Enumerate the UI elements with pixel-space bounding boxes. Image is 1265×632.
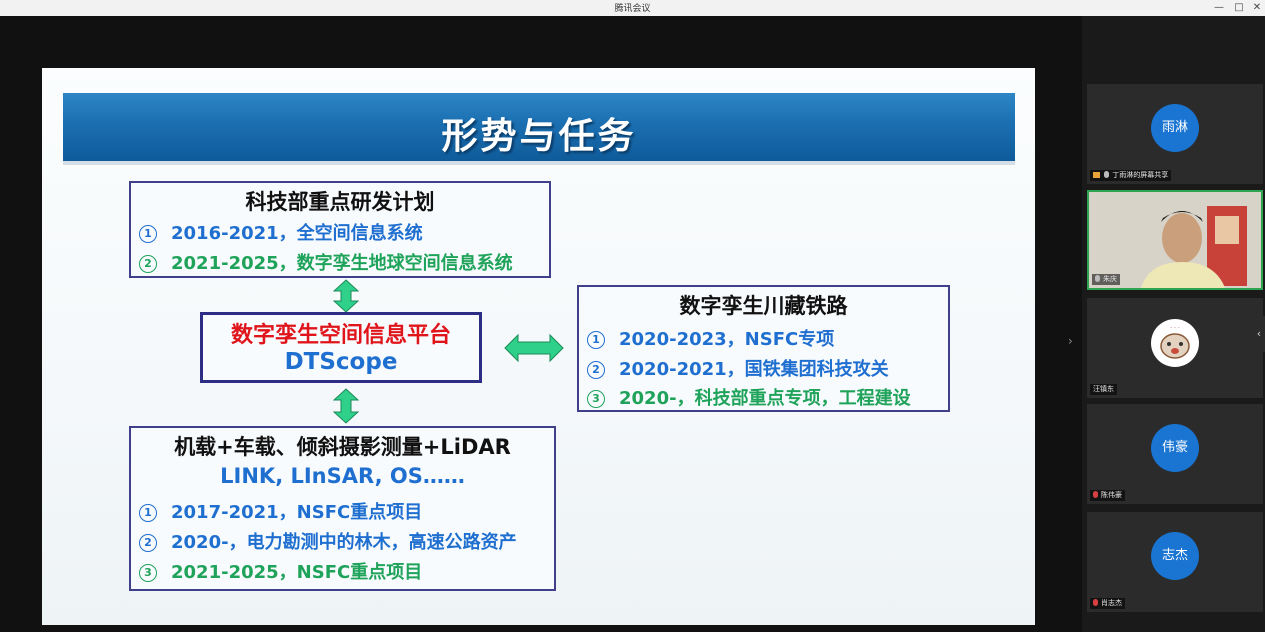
list-item: 1 2016-2021，全空间信息系统	[139, 219, 423, 245]
dtscope-name: DTScope	[284, 349, 398, 375]
number-badge: 1	[139, 225, 157, 243]
shared-screen-area: 形势与任务 科技部重点研发计划 1 2016-2021，全空间信息系统 2 2021…	[0, 16, 1082, 632]
participant-name: 肖志杰	[1101, 599, 1122, 607]
list-item: 3 2020-，科技部重点专项，工程建设	[587, 384, 911, 410]
number-badge: 1	[139, 504, 157, 522]
microphone-icon	[1095, 275, 1100, 282]
participant-nameplate: 朱庆	[1092, 274, 1120, 285]
box-lidar-subheading: LINK, LInSAR, OS……	[220, 464, 465, 488]
list-item: 2 2021-2025，数字孪生地球空间信息系统	[139, 249, 513, 275]
number-badge: 2	[139, 255, 157, 273]
participants-panel: › 雨淋 丁雨淋的屏幕共享 朱庆 · · · 汪镇东 ‹ 伟豪 陈伟豪 志杰 肖…	[1068, 16, 1265, 632]
participant-tile[interactable]: 伟豪 陈伟豪	[1087, 404, 1263, 504]
microphone-icon	[1104, 171, 1110, 178]
number-badge: 3	[139, 564, 157, 582]
screen-share-icon	[1093, 172, 1100, 178]
list-item: 1 2017-2021，NSFC重点项目	[139, 498, 422, 524]
collapse-panel-icon[interactable]: ›	[1068, 334, 1073, 348]
double-arrow-vertical-icon	[333, 279, 359, 313]
list-item-text: 2020-2021，国铁集团科技攻关	[619, 359, 889, 380]
participant-name: 丁雨淋的屏幕共享	[1112, 171, 1169, 179]
list-item-text: 2017-2021，NSFC重点项目	[171, 502, 423, 523]
minimize-button[interactable]: —	[1208, 0, 1230, 16]
participant-name: 汪镇东	[1093, 385, 1114, 393]
svg-text:· · ·: · · ·	[1170, 325, 1180, 332]
box-railway: 数字孪生川藏铁路 1 2020-2023，NSFC专项 2 2020-2021，国铁…	[577, 285, 950, 412]
window-titlebar: 腾讯会议 — □ ✕	[0, 0, 1265, 16]
box-lidar-heading: 机载+车载、倾斜摄影测量+LiDAR	[174, 435, 511, 459]
list-item-text: 2016-2021，全空间信息系统	[171, 223, 423, 244]
box-railway-heading: 数字孪生川藏铁路	[679, 294, 848, 318]
participant-tile[interactable]: · · · 汪镇东	[1087, 298, 1263, 398]
window-title: 腾讯会议	[614, 4, 651, 14]
dtscope-title: 数字孪生空间信息平台	[230, 323, 451, 348]
double-arrow-horizontal-icon	[504, 333, 564, 363]
box-rd-plan-heading: 科技部重点研发计划	[245, 190, 435, 214]
slide-title: 形势与任务	[441, 116, 637, 157]
participant-nameplate: 陈伟豪	[1090, 490, 1125, 501]
box-rd-plan: 科技部重点研发计划 1 2016-2021，全空间信息系统 2 2021-2025，…	[129, 181, 551, 278]
participant-tile[interactable]: 志杰 肖志杰	[1087, 512, 1263, 612]
participant-nameplate: 肖志杰	[1090, 598, 1125, 609]
list-item: 2 2020-，电力勘测中的林木，高速公路资产	[139, 528, 517, 554]
list-item: 1 2020-2023，NSFC专项	[587, 325, 834, 351]
avatar: · · ·	[1151, 319, 1199, 367]
participant-name: 陈伟豪	[1101, 491, 1122, 499]
list-item: 3 2021-2025，NSFC重点项目	[139, 558, 422, 584]
participant-video-tile[interactable]: 朱庆	[1087, 190, 1263, 290]
participant-nameplate: 丁雨淋的屏幕共享	[1090, 170, 1172, 181]
avatar: 志杰	[1151, 532, 1199, 580]
avatar: 伟豪	[1151, 424, 1199, 472]
participant-name: 朱庆	[1103, 275, 1117, 283]
avatar: 雨淋	[1151, 104, 1199, 152]
participant-nameplate: 汪镇东	[1090, 384, 1117, 395]
list-item-text: 2020-2023，NSFC专项	[619, 329, 835, 350]
presentation-slide: 形势与任务 科技部重点研发计划 1 2016-2021，全空间信息系统 2 2021…	[42, 68, 1035, 625]
list-item-text: 2020-，电力勘测中的林木，高速公路资产	[171, 532, 517, 553]
double-arrow-vertical-icon	[333, 388, 359, 424]
box-dtscope: 数字孪生空间信息平台 DTScope	[200, 312, 482, 383]
list-item: 2 2020-2021，国铁集团科技攻关	[587, 355, 889, 381]
list-item-text: 2021-2025，数字孪生地球空间信息系统	[171, 253, 513, 274]
number-badge: 1	[587, 331, 605, 349]
expand-side-icon[interactable]: ‹	[1253, 316, 1265, 352]
list-item-text: 2021-2025，NSFC重点项目	[171, 562, 423, 583]
slide-title-banner: 形势与任务	[63, 93, 1015, 165]
number-badge: 2	[139, 534, 157, 552]
microphone-muted-icon	[1093, 599, 1098, 606]
microphone-muted-icon	[1093, 491, 1098, 498]
number-badge: 3	[587, 390, 605, 408]
list-item-text: 2020-，科技部重点专项，工程建设	[619, 388, 911, 409]
box-lidar: 机载+车载、倾斜摄影测量+LiDAR LINK, LInSAR, OS…… 12…	[129, 426, 556, 591]
number-badge: 2	[587, 361, 605, 379]
close-button[interactable]: ✕	[1246, 0, 1265, 16]
participant-tile[interactable]: 雨淋 丁雨淋的屏幕共享	[1087, 84, 1263, 184]
